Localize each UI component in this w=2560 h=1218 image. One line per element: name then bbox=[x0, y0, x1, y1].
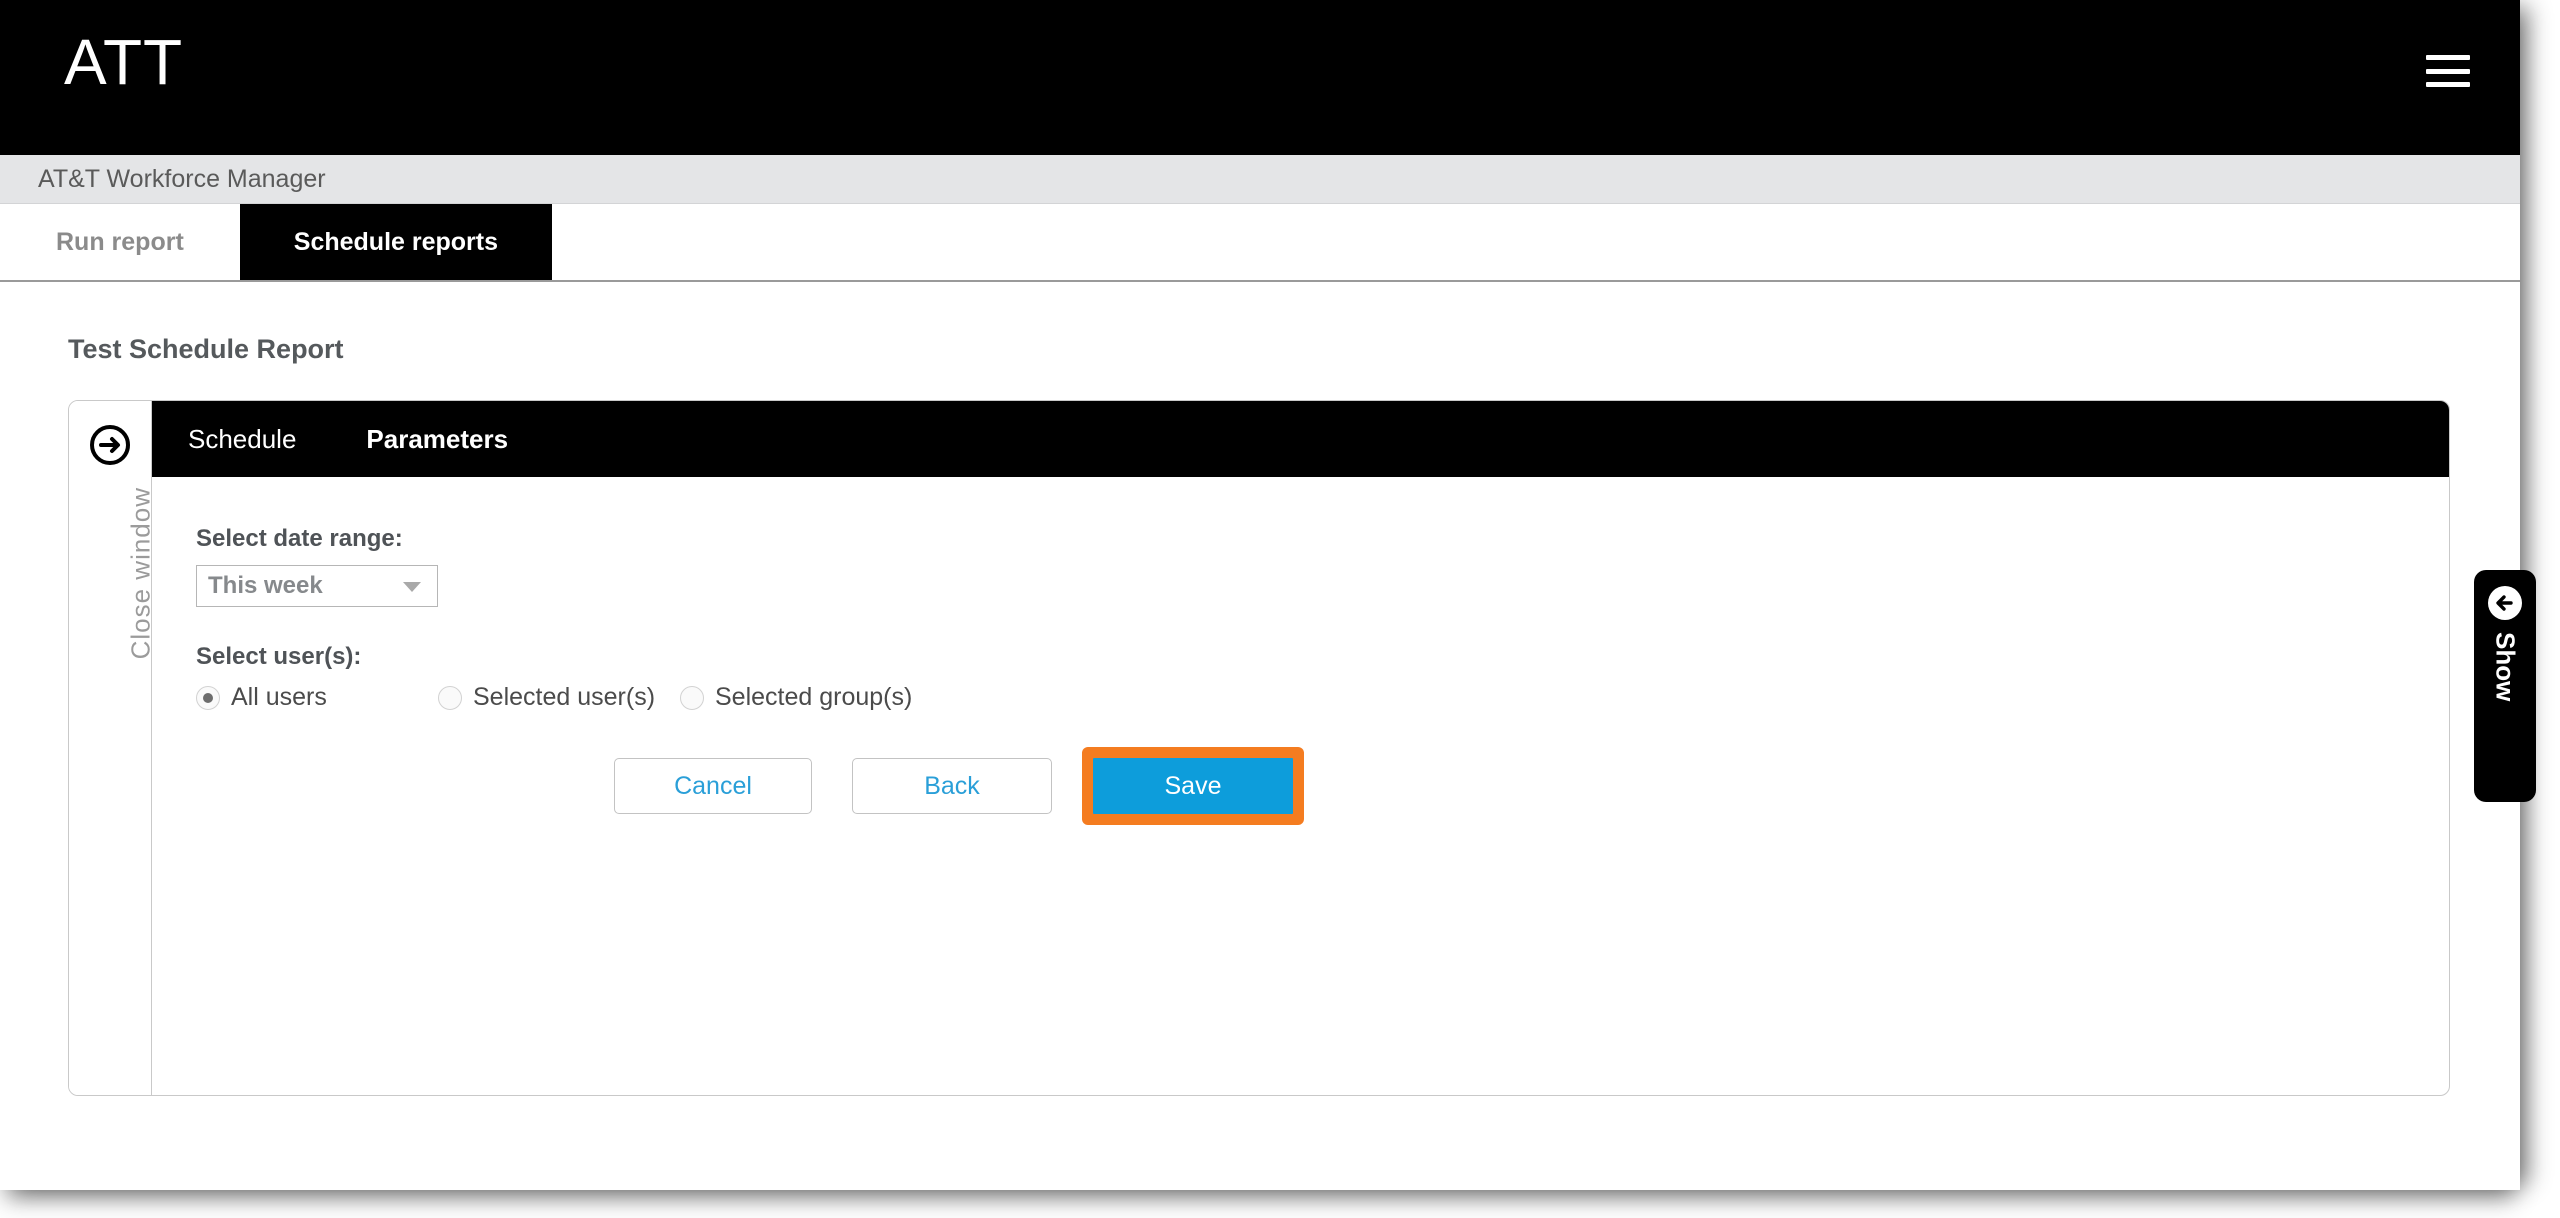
app-name-bar: AT&T Workforce Manager bbox=[0, 155, 2520, 204]
parameters-form: Select date range: This week Select user… bbox=[152, 477, 2449, 1095]
save-button[interactable]: Save bbox=[1093, 758, 1293, 814]
radio-mark-icon bbox=[196, 685, 220, 710]
att-logo: ATT bbox=[64, 26, 184, 98]
date-range-select[interactable]: This week bbox=[196, 565, 438, 607]
app-screenshot: ATT AT&T Workforce Manager Run report Sc… bbox=[0, 0, 2536, 1190]
tab-run-report[interactable]: Run report bbox=[0, 204, 240, 280]
main-content: Test Schedule Report Show Close window S… bbox=[0, 282, 2536, 1190]
radio-selected-users-label: Selected user(s) bbox=[473, 683, 656, 711]
radio-selected-groups[interactable]: Selected group(s) bbox=[680, 683, 912, 712]
select-users-label: Select user(s): bbox=[196, 643, 362, 670]
radio-selected-groups-label: Selected group(s) bbox=[715, 683, 913, 711]
page-title: Test Schedule Report bbox=[68, 334, 344, 364]
tab-schedule-reports[interactable]: Schedule reports bbox=[239, 204, 553, 280]
back-button[interactable]: Back bbox=[852, 758, 1052, 814]
chevron-down-icon bbox=[403, 582, 421, 592]
radio-all-users-label: All users bbox=[231, 683, 327, 711]
panel-tabbar: Schedule Parameters bbox=[152, 401, 2449, 477]
close-window-rail[interactable]: Close window bbox=[69, 401, 156, 1095]
users-field-group: Select user(s): All users Selected user(… bbox=[196, 643, 2449, 712]
date-range-value: This week bbox=[208, 572, 323, 599]
hamburger-bar bbox=[2426, 55, 2470, 60]
date-range-label: Select date range: bbox=[196, 525, 403, 552]
radio-all-users[interactable]: All users bbox=[196, 683, 438, 712]
hamburger-bar bbox=[2426, 82, 2470, 87]
radio-selected-users[interactable]: Selected user(s) bbox=[438, 683, 680, 712]
show-panel-label: Show bbox=[2490, 632, 2521, 702]
cancel-button[interactable]: Cancel bbox=[614, 758, 812, 814]
schedule-report-window: Close window Schedule Parameters Select … bbox=[68, 400, 2450, 1096]
main-tabbar: Run report Schedule reports bbox=[0, 204, 2520, 282]
radio-mark-icon bbox=[680, 685, 704, 710]
brand-header: ATT bbox=[0, 0, 2520, 155]
date-range-field-group: Select date range: This week bbox=[196, 525, 2449, 607]
arrow-right-circle-icon bbox=[88, 423, 132, 467]
hamburger-bar bbox=[2426, 68, 2470, 74]
app-name-label: AT&T Workforce Manager bbox=[38, 164, 326, 193]
panel-tab-parameters[interactable]: Parameters bbox=[296, 424, 508, 455]
save-button-highlight: Save bbox=[1082, 747, 1304, 825]
arrow-left-circle-icon bbox=[2486, 584, 2524, 622]
hamburger-menu-icon[interactable] bbox=[2426, 55, 2470, 87]
users-radio-group: All users Selected user(s) Selected grou… bbox=[196, 683, 2449, 712]
panel-tab-schedule[interactable]: Schedule bbox=[152, 424, 296, 455]
form-actions: Cancel Back Save bbox=[614, 747, 1304, 825]
show-panel-tab[interactable]: Show bbox=[2474, 570, 2536, 802]
radio-mark-icon bbox=[438, 685, 462, 710]
window-body: Schedule Parameters Select date range: T… bbox=[152, 401, 2449, 1095]
